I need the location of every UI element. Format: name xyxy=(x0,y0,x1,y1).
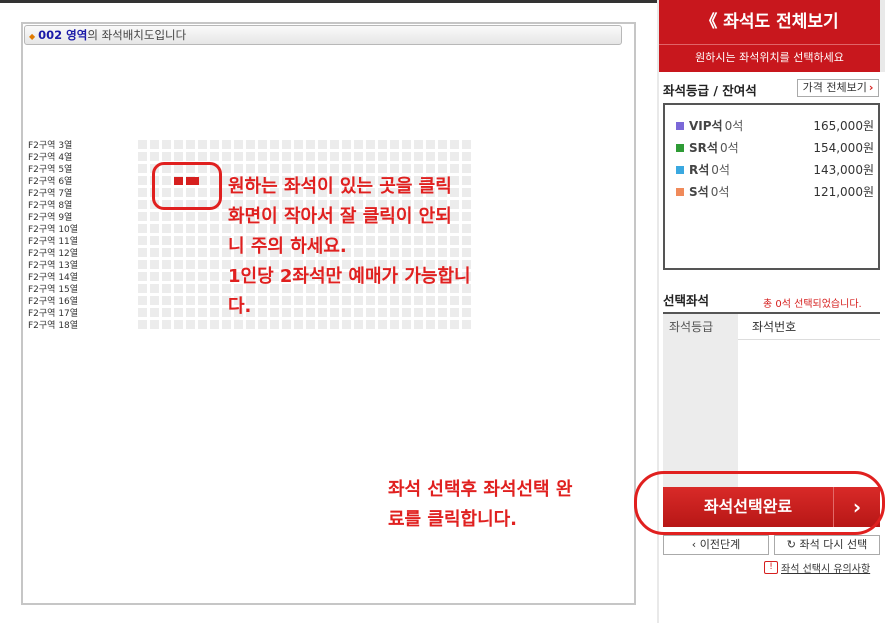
grade-name: S석 xyxy=(689,185,709,199)
chevron-right-icon: › xyxy=(868,81,874,94)
row-label: F2구역 18열 xyxy=(28,321,79,331)
grade-price: 143,000원 xyxy=(813,163,874,177)
zone-name: 002 영역 xyxy=(38,28,88,42)
row-label: F2구역 15열 xyxy=(28,285,79,295)
refresh-icon: ↻ xyxy=(786,538,796,551)
header-title: 좌석도 전체보기 xyxy=(723,12,839,32)
grade-color-swatch xyxy=(676,188,684,196)
view-all-seatmap-button[interactable]: 《 좌석도 전체보기 원하시는 좌석위치를 선택하세요 xyxy=(659,0,880,72)
row-label: F2구역 7열 xyxy=(28,189,73,199)
seat-notice-link[interactable]: ! 좌석 선택시 유의사항 xyxy=(764,560,870,575)
zone-title-bar: ◆ 002 영역의 좌석배치도입니다 xyxy=(24,25,622,45)
complete-annotation: 좌석 선택후 좌석선택 완 료를 클릭합니다. xyxy=(388,475,638,535)
col-header-grade: 좌석등급 xyxy=(663,314,738,340)
double-chevron-left-icon: 《 xyxy=(700,12,718,32)
annotation-line: 료를 클릭합니다. xyxy=(388,509,518,530)
selected-count: 총 0석 선택되었습니다. xyxy=(763,299,862,310)
row-label: F2구역 3열 xyxy=(28,141,73,151)
grade-count: 0석 xyxy=(710,185,730,199)
annotation-line: 1인당 2좌석만 예매가 가능합니 xyxy=(228,266,471,287)
notice-label: 좌석 선택시 유의사항 xyxy=(781,564,871,575)
grade-item: S석 0석 121,000원 xyxy=(676,182,876,202)
chevron-left-icon: ‹ xyxy=(691,538,697,551)
button-highlight-circle xyxy=(634,471,885,535)
row-labels: F2구역 3열 F2구역 4열 F2구역 5열 F2구역 6열 F2구역 7열 … xyxy=(28,140,78,332)
row-label: F2구역 10열 xyxy=(28,225,79,235)
bullet-icon: ◆ xyxy=(29,32,36,41)
annotation-line: 다. xyxy=(228,296,252,317)
grade-name-block: R석 0석 xyxy=(689,160,730,180)
row-label: F2구역 17열 xyxy=(28,309,79,319)
grade-name: R석 xyxy=(689,163,710,177)
grade-price: 165,000원 xyxy=(813,119,874,133)
row-label: F2구역 11열 xyxy=(28,237,79,247)
grade-price: 121,000원 xyxy=(813,185,874,199)
row-label: F2구역 4열 xyxy=(28,153,73,163)
annotation-line: 니 주의 하세요. xyxy=(228,236,347,257)
seat-highlight-circle xyxy=(152,162,222,210)
grade-item: R석 0석 143,000원 xyxy=(676,160,876,180)
reselect-seats-button[interactable]: ↻ 좌석 다시 선택 xyxy=(774,535,880,555)
row-label: F2구역 14열 xyxy=(28,273,79,283)
grade-color-swatch xyxy=(676,122,684,130)
row-label: F2구역 9열 xyxy=(28,213,73,223)
warning-icon: ! xyxy=(764,561,778,574)
selected-seats-title: 선택좌석 xyxy=(663,293,710,308)
row-label: F2구역 16열 xyxy=(28,297,79,307)
grade-color-swatch xyxy=(676,166,684,174)
row-label: F2구역 13열 xyxy=(28,261,79,271)
grade-name: SR석 xyxy=(689,141,718,155)
price-all-button[interactable]: 가격 전체보기 › xyxy=(797,79,879,97)
header-subtitle: 원하시는 좌석위치를 선택하세요 xyxy=(659,44,880,70)
grade-price: 154,000원 xyxy=(813,141,874,155)
grade-name-block: SR석 0석 xyxy=(689,138,739,158)
annotation-line: 화면이 작아서 잘 클릭이 안되 xyxy=(228,206,452,227)
grade-item: VIP석 0석 165,000원 xyxy=(676,116,876,136)
grade-count: 0석 xyxy=(711,163,730,177)
grade-item: SR석 0석 154,000원 xyxy=(676,138,876,158)
previous-step-button[interactable]: ‹ 이전단계 xyxy=(663,535,769,555)
price-all-label: 가격 전체보기 xyxy=(802,81,867,94)
row-label: F2구역 5열 xyxy=(28,165,73,175)
zone-title-suffix: 의 좌석배치도입니다 xyxy=(87,28,187,42)
grade-count: 0석 xyxy=(724,119,744,133)
reselect-label: 좌석 다시 선택 xyxy=(799,538,868,551)
selected-grade-column xyxy=(663,340,738,487)
previous-step-label: 이전단계 xyxy=(699,538,741,551)
grade-color-swatch xyxy=(676,144,684,152)
col-header-seat: 좌석번호 xyxy=(738,314,880,340)
instruction-annotation: 원하는 좌석이 있는 곳을 클릭 화면이 작아서 잘 클릭이 안되 니 주의 하… xyxy=(228,172,538,322)
grade-name-block: S석 0석 xyxy=(689,182,729,202)
annotation-line: 좌석 선택후 좌석선택 완 xyxy=(388,479,573,500)
grade-count: 0석 xyxy=(719,141,739,155)
grade-name: VIP석 xyxy=(689,119,723,133)
row-label: F2구역 8열 xyxy=(28,201,73,211)
row-label: F2구역 6열 xyxy=(28,177,73,187)
grade-name-block: VIP석 0석 xyxy=(689,116,743,136)
annotation-line: 원하는 좌석이 있는 곳을 클릭 xyxy=(228,176,452,197)
row-label: F2구역 12열 xyxy=(28,249,79,259)
grade-section-title: 좌석등급 / 잔여석 xyxy=(663,83,757,98)
